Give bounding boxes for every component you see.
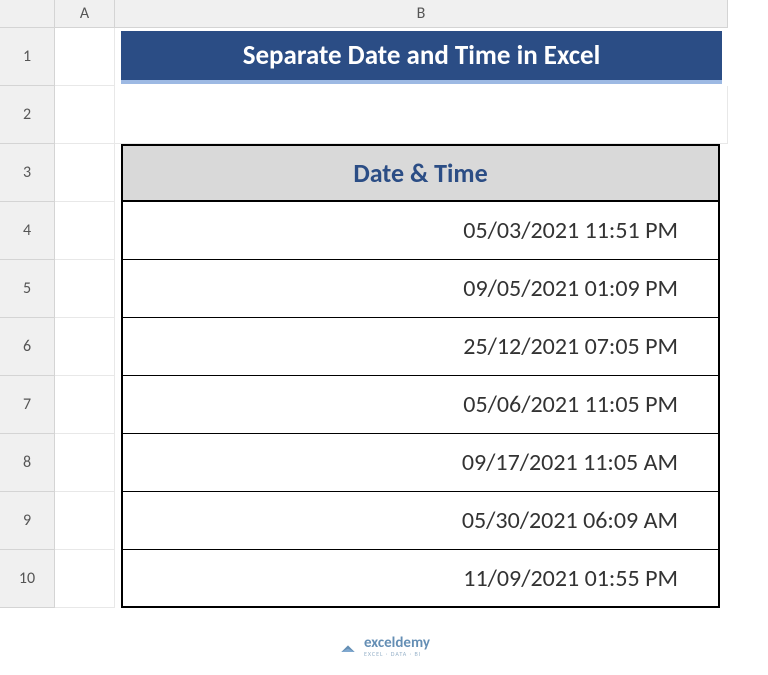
table-row[interactable]: 09/05/2021 01:09 PM xyxy=(121,260,720,318)
cell-a8[interactable] xyxy=(55,434,115,492)
table-row[interactable]: 11/09/2021 01:55 PM xyxy=(121,550,720,608)
page-title: Separate Date and Time in Excel xyxy=(141,39,702,72)
row-header-3[interactable]: 3 xyxy=(0,144,55,202)
title-banner: Separate Date and Time in Excel xyxy=(121,31,722,84)
column-header-a[interactable]: A xyxy=(55,0,115,28)
row-header-1[interactable]: 1 xyxy=(0,28,55,86)
cell-a3[interactable] xyxy=(55,144,115,202)
watermark-text: exceldemy EXCEL · DATA · BI xyxy=(364,636,430,657)
cell-a4[interactable] xyxy=(55,202,115,260)
cell-a5[interactable] xyxy=(55,260,115,318)
cell-a9[interactable] xyxy=(55,492,115,550)
table-header[interactable]: Date & Time xyxy=(121,144,720,202)
table-row[interactable]: 05/03/2021 11:51 PM xyxy=(121,202,720,260)
spreadsheet-grid: A B 1 Separate Date and Time in Excel 2 … xyxy=(0,0,728,608)
watermark: exceldemy EXCEL · DATA · BI xyxy=(338,636,430,657)
cell-a2[interactable] xyxy=(55,86,115,144)
table-row[interactable]: 05/06/2021 11:05 PM xyxy=(121,376,720,434)
cell-a10[interactable] xyxy=(55,550,115,608)
row-header-8[interactable]: 8 xyxy=(0,434,55,492)
cell-a6[interactable] xyxy=(55,318,115,376)
cell-b2[interactable] xyxy=(115,86,728,144)
corner-cell[interactable] xyxy=(0,0,55,28)
watermark-main: exceldemy xyxy=(364,636,430,651)
table-row[interactable]: 05/30/2021 06:09 AM xyxy=(121,492,720,550)
row-header-5[interactable]: 5 xyxy=(0,260,55,318)
row-header-6[interactable]: 6 xyxy=(0,318,55,376)
row-header-10[interactable]: 10 xyxy=(0,550,55,608)
exceldemy-logo-icon xyxy=(338,637,358,657)
watermark-sub: EXCEL · DATA · BI xyxy=(364,651,430,657)
row-header-4[interactable]: 4 xyxy=(0,202,55,260)
table-row[interactable]: 09/17/2021 11:05 AM xyxy=(121,434,720,492)
row-header-9[interactable]: 9 xyxy=(0,492,55,550)
cell-a7[interactable] xyxy=(55,376,115,434)
row-header-7[interactable]: 7 xyxy=(0,376,55,434)
cell-b1[interactable]: Separate Date and Time in Excel xyxy=(115,28,728,86)
cell-a1[interactable] xyxy=(55,28,115,86)
row-header-2[interactable]: 2 xyxy=(0,86,55,144)
column-header-b[interactable]: B xyxy=(115,0,728,28)
table-row[interactable]: 25/12/2021 07:05 PM xyxy=(121,318,720,376)
